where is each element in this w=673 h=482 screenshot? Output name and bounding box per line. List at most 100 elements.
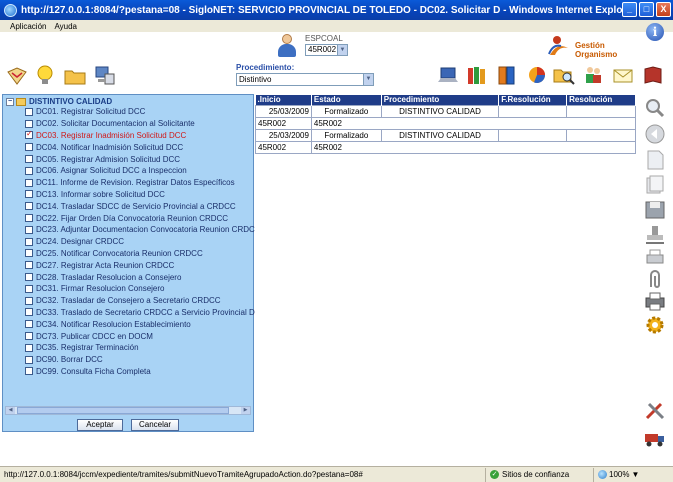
cancel-button[interactable]: Cancelar: [131, 419, 179, 431]
computer-icon[interactable]: [94, 64, 116, 86]
tree-item[interactable]: DC06. Asignar Solicitud DCC a Inspeccion: [25, 165, 255, 177]
tree-item[interactable]: DC28. Trasladar Resolucion a Consejero: [25, 271, 255, 283]
tree-item[interactable]: DC73. Publicar CDCC en DOCM: [25, 330, 255, 342]
tree-item[interactable]: DC99. Consulta Ficha Completa: [25, 366, 255, 378]
gestion-organismo[interactable]: Gestión Organismo: [547, 34, 647, 59]
tree-item-checkbox[interactable]: [25, 214, 33, 223]
tree-item[interactable]: DC02. Solicitar Documentacion al Solicit…: [25, 118, 255, 130]
laptop-icon[interactable]: [437, 64, 459, 86]
stamp-icon[interactable]: [643, 224, 667, 246]
tree-item[interactable]: DC27. Registrar Acta Reunion CRDCC: [25, 259, 255, 271]
tree-item[interactable]: DC24. Designar CRDCC: [25, 236, 255, 248]
table-row[interactable]: 25/03/2009 Formalizado DISTINTIVO CALIDA…: [255, 128, 636, 142]
chart-icon[interactable]: [526, 64, 548, 86]
tree-root[interactable]: − DISTINTIVO CALIDAD: [6, 97, 112, 106]
map-icon[interactable]: [6, 65, 28, 87]
tree-item-checkbox[interactable]: [25, 119, 33, 128]
tree-item[interactable]: DC03. Registrar Inadmisión Solicitud DCC: [25, 130, 255, 142]
zoom-control[interactable]: 100% ▼: [593, 467, 639, 482]
tree-item-checkbox[interactable]: [25, 367, 33, 376]
cell-procedimiento: DISTINTIVO CALIDAD: [380, 128, 500, 142]
scroll-right-icon[interactable]: ▶: [241, 407, 250, 414]
cell-resolucion: [566, 104, 636, 118]
tree-item-checkbox[interactable]: [25, 237, 33, 246]
tree-item[interactable]: DC23. Adjuntar Documentacion Convocatori…: [25, 224, 255, 236]
tree-item[interactable]: DC25. Notificar Convocatoria Reunion CRD…: [25, 248, 255, 260]
search-folder-icon[interactable]: [553, 64, 575, 86]
tree-item[interactable]: DC34. Notificar Resolucion Establecimien…: [25, 318, 255, 330]
tree-item-checkbox[interactable]: [25, 130, 33, 140]
save-icon[interactable]: [643, 199, 667, 221]
tree-item-checkbox[interactable]: [25, 308, 33, 317]
tree-item-checkbox[interactable]: [25, 296, 33, 305]
tree-item-checkbox[interactable]: [25, 202, 33, 211]
tree-item-checkbox[interactable]: [25, 261, 33, 270]
print-icon[interactable]: [643, 247, 667, 269]
tree-item-checkbox[interactable]: [25, 273, 33, 282]
col-resolucion[interactable]: Resolución: [566, 95, 636, 105]
info-icon[interactable]: i: [646, 23, 664, 41]
tree-item[interactable]: DC22. Fijar Orden Día Convocatoria Reuni…: [25, 212, 255, 224]
tree-item[interactable]: DC11. Informe de Revision. Registrar Dat…: [25, 177, 255, 189]
cell-f-resolucion: [498, 104, 568, 118]
tree-item-checkbox[interactable]: [25, 107, 33, 116]
tree-item-checkbox[interactable]: [25, 143, 33, 152]
col-procedimiento[interactable]: Procedimiento: [381, 95, 500, 105]
tree-item-checkbox[interactable]: [25, 190, 33, 199]
tree-item[interactable]: DC90. Borrar DCC: [25, 354, 255, 366]
binders-icon[interactable]: [496, 64, 518, 86]
tree-item-checkbox[interactable]: [25, 343, 33, 352]
tree-item-checkbox[interactable]: [25, 178, 33, 187]
tree-item[interactable]: DC14. Trasladar SDCC de Servicio Provinc…: [25, 200, 255, 212]
menu-ayuda[interactable]: Ayuda: [54, 22, 77, 31]
col-estado[interactable]: Estado: [311, 95, 382, 105]
people-icon[interactable]: [582, 64, 604, 86]
tree-item[interactable]: DC35. Registrar Terminación: [25, 342, 255, 354]
scroll-thumb[interactable]: [17, 407, 229, 414]
procedimiento-select[interactable]: Distintivo ▼: [236, 73, 374, 86]
col-inicio[interactable]: .Inicio: [255, 95, 312, 105]
horizontal-scrollbar[interactable]: ◀ ▶: [5, 406, 251, 415]
tree-item[interactable]: DC05. Registrar Admision Solicitud DCC: [25, 153, 255, 165]
book-icon[interactable]: [642, 64, 664, 86]
tree-item-checkbox[interactable]: [25, 225, 33, 234]
gear-icon[interactable]: [643, 314, 667, 336]
paperclip-icon[interactable]: [643, 269, 667, 291]
tree-item-checkbox[interactable]: [25, 166, 33, 175]
tree-item-checkbox[interactable]: [25, 249, 33, 258]
tree-item[interactable]: DC01. Registrar Solicitud DCC: [25, 106, 255, 118]
menu-aplicacion[interactable]: Aplicación: [10, 22, 46, 31]
accept-button[interactable]: Aceptar: [77, 419, 123, 431]
tree-item[interactable]: DC32. Trasladar de Consejero a Secretari…: [25, 295, 255, 307]
document-icon[interactable]: [643, 149, 667, 171]
back-icon[interactable]: [643, 123, 667, 145]
folder-icon[interactable]: [64, 65, 86, 87]
truck-icon[interactable]: [643, 427, 667, 449]
lightbulb-icon[interactable]: [34, 64, 56, 86]
folder-icon: [16, 97, 26, 106]
scroll-left-icon[interactable]: ◀: [6, 407, 15, 414]
tree-item-checkbox[interactable]: [25, 320, 33, 329]
tree-item-checkbox[interactable]: [25, 332, 33, 341]
documents-icon[interactable]: [643, 174, 667, 196]
printer-icon[interactable]: [643, 290, 667, 312]
minimize-button[interactable]: _: [622, 2, 637, 17]
table-row[interactable]: 25/03/2009 Formalizado DISTINTIVO CALIDA…: [255, 104, 636, 118]
col-f-resolucion[interactable]: F.Resolución: [498, 95, 568, 105]
tree-item-checkbox[interactable]: [25, 284, 33, 293]
tree-item-checkbox[interactable]: [25, 155, 33, 164]
tree-item[interactable]: DC04. Notificar Inadmisión Solicitud DCC: [25, 141, 255, 153]
tree-item-checkbox[interactable]: [25, 355, 33, 364]
security-zone[interactable]: ✓ Sitios de confianza: [485, 467, 593, 482]
close-button[interactable]: X: [656, 2, 671, 17]
maximize-button[interactable]: □: [639, 2, 654, 17]
tree-item[interactable]: DC33. Traslado de Secretario CRDCC a Ser…: [25, 307, 255, 319]
collapse-icon[interactable]: −: [6, 97, 14, 106]
envelope-icon[interactable]: [612, 64, 634, 86]
tree-item[interactable]: DC31. Firmar Resolucion Consejero: [25, 283, 255, 295]
books-icon[interactable]: [466, 64, 488, 86]
espcoal-select[interactable]: 45R002 ▼: [305, 44, 348, 56]
tools-icon[interactable]: [643, 399, 667, 421]
magnifier-icon[interactable]: [643, 97, 667, 119]
tree-item[interactable]: DC13. Informar sobre Solicitud DCC: [25, 189, 255, 201]
